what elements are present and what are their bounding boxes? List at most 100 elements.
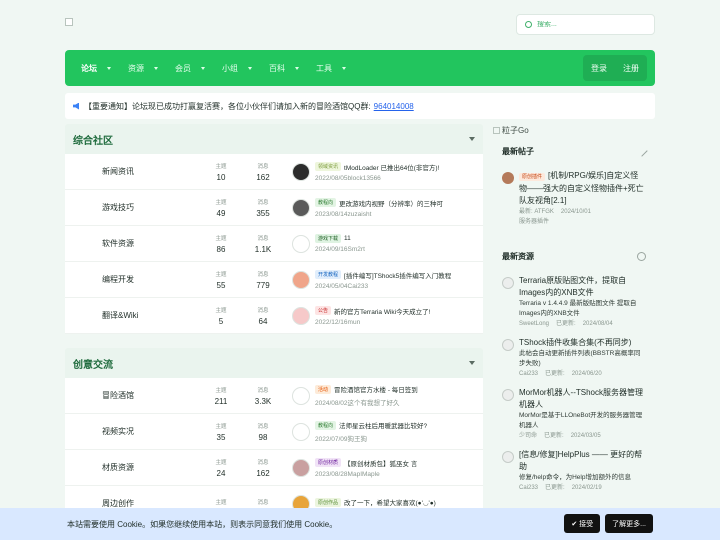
qq-group-link[interactable]: 964014008 — [374, 102, 414, 111]
resource-item[interactable]: MorMor机器人--TShock服务器管理机器人 MorMor是基于LLOneB… — [493, 383, 655, 445]
latest-post-user[interactable]: block13566 — [348, 175, 381, 182]
latest-post-text: 游戏下载 11 2024/09/16Sm2rt — [315, 234, 365, 253]
forum-name-link[interactable]: 视频实况 — [65, 426, 200, 437]
thread-count-label: 主题 — [215, 459, 227, 466]
resource-item[interactable]: [信息/修复]HelpPlus —— 更好的帮助 修复/help命令，为Help增… — [493, 445, 655, 497]
nav-item-resources[interactable]: 资源 — [120, 50, 166, 86]
avatar[interactable] — [292, 422, 310, 441]
latest-post-user[interactable]: zuzaisht — [348, 211, 372, 218]
chevron-down-icon — [248, 66, 252, 70]
search-box[interactable] — [516, 14, 655, 35]
cookie-accept-button[interactable]: ✔ 接受 — [564, 514, 601, 533]
latest-post-link[interactable]: 新的官方Terraria Wiki今天成立了! — [334, 306, 430, 316]
resource-meta: 少司命 已更新: 2024/03/05 — [519, 431, 646, 441]
sidebar-image[interactable]: 粒子Go — [493, 124, 655, 136]
forum-row[interactable]: 软件资源 主题 86 消息 1.1K 游戏下载 11 2024/09/16Sm2rt — [65, 226, 483, 262]
forum-name-link[interactable]: 游戏技巧 — [65, 202, 200, 213]
nav-item-wiki[interactable]: 百科 — [261, 50, 307, 86]
latest-post-text: 教程向 更改游戏内视野（分辨率）的三种可 2023/08/14zuzaisht — [315, 198, 443, 218]
latest-post-user[interactable]: MapIMaple — [348, 471, 380, 478]
avatar[interactable] — [502, 172, 514, 184]
latest-post-link[interactable]: tModLoader 已推出64位(非官方)! — [344, 162, 439, 172]
avatar[interactable] — [292, 198, 310, 217]
latest-post-link[interactable]: [插件编写]TShock5插件编写入门教程 — [344, 270, 451, 280]
resource-author[interactable]: SweetLong — [519, 321, 549, 327]
avatar[interactable] — [292, 270, 310, 289]
latest-post-text: 原创材质 【原创材质包】狐巫女 言 2023/08/28MapIMaple — [315, 458, 417, 478]
forum-row[interactable]: 翻译&Wiki 主题 5 消息 64 公告 新的官方Terraria Wiki今天成立了! 2… — [65, 298, 483, 334]
latest-post-user[interactable]: Cai233 — [348, 283, 369, 290]
login-button[interactable]: 登录 — [583, 63, 615, 74]
resource-item[interactable]: TShock插件收集合集(不再同步) 此帖会自动更新插件列表(BBSTR高概率同步… — [493, 333, 655, 383]
forum-row[interactable]: 游戏技巧 主题 49 消息 355 教程向 更改游戏内视野（分辨率）的三种可 2023/08/… — [65, 190, 483, 226]
latest-post-user[interactable]: 狗王狗 — [348, 436, 368, 443]
resource-desc: Terraria v 1.4.4.9 最新版贴图文件 提取自Images内的XN… — [519, 300, 637, 317]
forum-row[interactable]: 新闻资讯 主题 10 消息 162 领域资讯 tModLoader 已推出64位(非官方)!… — [65, 154, 483, 190]
latest-post-date: 2022/08/05 — [315, 174, 348, 182]
cookie-more-button[interactable]: 了解更多... — [605, 514, 653, 533]
thread-count: 主题 35 — [200, 422, 242, 442]
avatar[interactable] — [292, 458, 310, 477]
post-title: 原创插件 [机制/RPG/娱乐]自定义怪物——强大的自定义怪物插件+死亡队友视角[… — [519, 170, 646, 207]
latest-post-link[interactable]: 【原创材质包】狐巫女 言 — [344, 458, 417, 468]
forum-name-link[interactable]: 材质资源 — [65, 462, 200, 473]
site-logo[interactable] — [65, 18, 73, 26]
forum-name-link[interactable]: 新闻资讯 — [65, 166, 200, 177]
post-date: 2024/10/01 — [560, 209, 591, 215]
post-author[interactable]: 最新: ATFGK — [519, 209, 554, 215]
resource-title[interactable]: [信息/修复]HelpPlus —— 更好的帮助 — [519, 450, 642, 471]
resource-desc: MorMor是基于LLOneBot开发的服务器管理机器人 — [519, 412, 643, 429]
forum-row[interactable]: 编程开发 主题 55 消息 779 开发教程 [插件编写]TShock5插件编写入门教程 20… — [65, 262, 483, 298]
post-count-value: 162 — [256, 172, 270, 182]
resource-title[interactable]: MorMor机器人--TShock服务器管理机器人 — [519, 388, 643, 409]
post-count-label: 消息 — [257, 423, 269, 430]
nav-item-members[interactable]: 会员 — [167, 50, 213, 86]
collapse-icon[interactable] — [469, 361, 475, 365]
forum-name-link[interactable]: 编程开发 — [65, 274, 200, 285]
avatar[interactable] — [292, 386, 310, 405]
latest-post-item[interactable]: 原创插件 [机制/RPG/娱乐]自定义怪物——强大的自定义怪物插件+死亡队友视角[… — [493, 166, 655, 231]
register-button[interactable]: 注册 — [615, 63, 647, 74]
latest-post-meta: 2023/08/14zuzaisht — [315, 211, 443, 218]
latest-post-user[interactable]: mun — [348, 319, 361, 326]
post-count: 消息 1.1K — [242, 234, 284, 254]
prefix-tag: 教程向 — [315, 198, 337, 207]
latest-post-user[interactable]: 这个有我想了好久 — [348, 400, 400, 407]
resource-title[interactable]: TShock插件收集合集(不再同步) — [519, 338, 631, 347]
nav-item-groups[interactable]: 小组 — [214, 50, 260, 86]
nav-item-tools[interactable]: 工具 — [308, 50, 354, 86]
section-header[interactable]: 创意交流 — [65, 348, 483, 378]
latest-post-date: 2024/05/04 — [315, 282, 348, 290]
forum-section: 创意交流 冒险酒馆 主题 211 消息 3.3K 活动 冒险酒馆官方水楼 - 每日签到 2024… — [65, 348, 483, 522]
collapse-icon[interactable] — [469, 137, 475, 141]
resource-author[interactable]: Cai233 — [519, 485, 538, 491]
nav-item-forum[interactable]: 论坛 — [73, 50, 119, 86]
latest-post-user[interactable]: Sm2rt — [348, 246, 365, 253]
resource-item[interactable]: Terraria原版贴图文件，提取自Images内的XNB文件 Terraria … — [493, 271, 655, 333]
forum-row[interactable]: 视频实况 主题 35 消息 98 教程向 法师星云柱后用暖武器比较好? 2022/07/09狗… — [65, 414, 483, 450]
search-input[interactable] — [537, 21, 647, 28]
resource-author[interactable]: Cai233 — [519, 371, 538, 377]
resource-title[interactable]: Terraria原版贴图文件，提取自Images内的XNB文件 — [519, 276, 626, 297]
post-count-label: 消息 — [257, 459, 269, 466]
pencil-icon[interactable] — [636, 145, 648, 157]
forum-name-link[interactable]: 软件资源 — [65, 238, 200, 249]
post-forum[interactable]: 服务器插件 — [519, 217, 646, 227]
latest-post-link[interactable]: 11 — [344, 235, 351, 242]
forum-row[interactable]: 冒险酒馆 主题 211 消息 3.3K 活动 冒险酒馆官方水楼 - 每日签到 2024/08/… — [65, 378, 483, 414]
avatar[interactable] — [292, 306, 310, 325]
forum-name-link[interactable]: 翻译&Wiki — [65, 310, 200, 321]
latest-post-link[interactable]: 法师星云柱后用暖武器比较好? — [339, 420, 427, 430]
latest-post-link[interactable]: 改了一下，希望大家喜欢(●'◡'●) — [344, 497, 436, 507]
latest-post-link[interactable]: 更改游戏内视野（分辨率）的三种可 — [339, 198, 443, 208]
resource-author[interactable]: 少司命 — [519, 433, 537, 439]
share-icon[interactable] — [637, 251, 646, 261]
latest-post-link[interactable]: 冒险酒馆官方水楼 - 每日签到 — [334, 384, 418, 394]
forum-name-link[interactable]: 冒险酒馆 — [65, 390, 200, 401]
avatar[interactable] — [292, 162, 310, 181]
thread-count-value: 86 — [216, 244, 226, 254]
post-count-label: 消息 — [257, 271, 269, 278]
section-header[interactable]: 综合社区 — [65, 124, 483, 154]
forum-row[interactable]: 材质资源 主题 24 消息 162 原创材质 【原创材质包】狐巫女 言 2023/08/28M… — [65, 450, 483, 486]
avatar[interactable] — [292, 234, 310, 253]
